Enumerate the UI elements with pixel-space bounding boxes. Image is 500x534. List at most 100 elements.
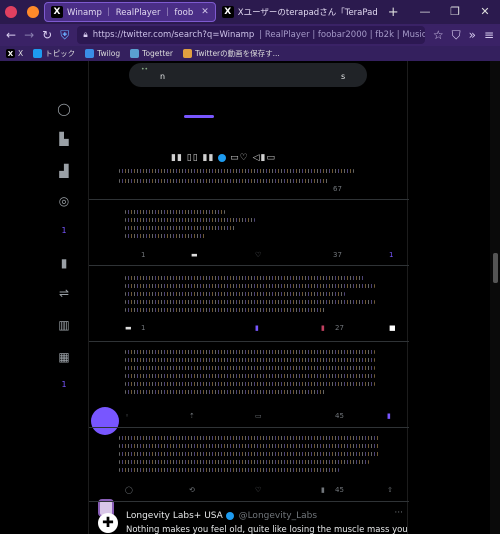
- messages-icon[interactable]: ◯: [57, 103, 71, 115]
- tweet-text-garbled: [119, 179, 329, 183]
- reload-icon[interactable]: ↻: [42, 28, 52, 42]
- close-tab-icon[interactable]: ✕: [201, 7, 209, 17]
- like-icon[interactable]: ♡: [255, 251, 261, 259]
- tweet-actions: 1 ▬ ♡ 37 1: [125, 251, 401, 263]
- tweet-text-garbled: [125, 218, 255, 222]
- premium-icon[interactable]: 1: [57, 225, 71, 237]
- bookmarks-icon[interactable]: ▟: [57, 165, 71, 177]
- like-icon[interactable]: ♡: [255, 486, 261, 494]
- forward-icon[interactable]: →: [24, 28, 34, 42]
- search-input[interactable]: •• n s: [129, 63, 367, 87]
- tweet-text-garbled: [119, 468, 339, 472]
- tweet-text-garbled: [125, 276, 365, 280]
- like-icon[interactable]: ▭: [255, 412, 262, 420]
- tab-terapad[interactable]: X Xユーザーのterapadさん「TeraPad: [216, 2, 384, 22]
- tweet-text-garbled: [125, 366, 375, 370]
- view-count[interactable]: 45: [335, 486, 344, 494]
- reply-icon[interactable]: ◦: [125, 412, 129, 420]
- retweet-icon[interactable]: ⇡: [189, 412, 195, 420]
- active-tab-indicator: [184, 115, 214, 118]
- stats-icon[interactable]: ▮: [321, 486, 325, 494]
- bookmark-video-save[interactable]: Twitterの動画を保存す...: [183, 48, 280, 59]
- shield-icon[interactable]: ⛨: [60, 28, 69, 43]
- share-icon[interactable]: ⇧: [387, 486, 393, 494]
- bookmark-label: トピック: [45, 49, 76, 58]
- like-count[interactable]: 37: [333, 251, 342, 259]
- back-icon[interactable]: ←: [6, 28, 16, 42]
- tweet-text-garbled: [125, 210, 225, 214]
- bookmark-star-icon[interactable]: ☆: [433, 28, 444, 42]
- timeline: •• n s ▮▮ ▯▯ ▮▮ ▭♡ ◁▮▭ 67 1 ▬ ♡ 37 1 ▬ 1…: [88, 61, 409, 534]
- tab-winamp[interactable]: X Winamp ｜ RealPlayer ｜ foob ✕: [44, 2, 216, 22]
- tweet[interactable]: ▬ 1 ▮ ▮ 27 ■: [89, 265, 409, 341]
- tweet-text-garbled: [125, 284, 375, 288]
- search-fragment: s: [341, 72, 346, 81]
- minimize-button[interactable]: —: [410, 0, 440, 24]
- tweet[interactable]: ◦ ⇡ ▭ 45 ▮: [89, 341, 409, 427]
- verified-icon: [225, 511, 234, 520]
- retweet-icon[interactable]: ▮: [255, 324, 259, 332]
- author-name[interactable]: Longevity Labs+ USA: [126, 511, 223, 521]
- togetter-icon: [130, 49, 140, 58]
- view-count[interactable]: 45: [335, 412, 344, 420]
- pocket-icon[interactable]: ⛉: [452, 28, 461, 43]
- communities-icon[interactable]: ◎: [57, 195, 71, 207]
- verified-icon: [218, 153, 227, 162]
- twilog-icon: [85, 49, 95, 58]
- bookmark-x[interactable]: XX: [6, 49, 23, 58]
- new-tab-button[interactable]: +: [388, 5, 399, 20]
- tweet-text: Nothing makes you feel old, quite like l…: [126, 525, 408, 534]
- bookmark-twilog[interactable]: Twilog: [85, 49, 120, 58]
- bookmarks-bar: XX トピック Twilog Togetter Twitterの動画を保存す..…: [0, 46, 500, 61]
- tweet-author: Longevity Labs+ USA @Longevity_Labs: [126, 511, 317, 521]
- tweet[interactable]: 1 ▬ ♡ 37 1: [89, 199, 409, 265]
- retweet-icon[interactable]: ⟲: [189, 486, 195, 494]
- bookmark-topic[interactable]: トピック: [33, 48, 75, 59]
- like-icon[interactable]: ▮: [321, 324, 325, 332]
- left-nav: ◯ ▙ ▟ ◎ 1 ▮ ⇌ ▥ ▦ 1: [40, 61, 119, 534]
- reply-count[interactable]: 1: [141, 251, 145, 259]
- author-handle[interactable]: @Longevity_Labs: [239, 511, 317, 521]
- profile-icon[interactable]: ▥: [57, 319, 71, 331]
- scrollbar-thumb[interactable]: [493, 253, 498, 283]
- tweet[interactable]: ✚ Longevity Labs+ USA @Longevity_Labs ··…: [89, 501, 409, 534]
- tweet-text-garbled: [119, 452, 379, 456]
- overflow-icon[interactable]: »: [469, 28, 476, 42]
- like-count[interactable]: 27: [335, 324, 344, 332]
- browser-menu-icon[interactable]: [0, 0, 22, 24]
- x-logo-icon: X: [221, 6, 234, 18]
- window-controls: — ❐ ✕: [410, 0, 500, 24]
- tweet-text-garbled: [119, 169, 354, 173]
- maximize-button[interactable]: ❐: [440, 0, 470, 24]
- scrollbar[interactable]: [490, 61, 500, 534]
- more-icon[interactable]: ▦: [57, 351, 71, 363]
- grok-icon[interactable]: ▙: [57, 133, 71, 145]
- tweet-text-garbled: [119, 436, 379, 440]
- share-icon[interactable]: ■: [389, 324, 396, 332]
- emoji-strip: ▮▮ ▯▯ ▮▮ ▭♡ ◁▮▭: [171, 153, 276, 163]
- folder-icon[interactable]: ▬: [191, 251, 198, 259]
- view-count[interactable]: 67: [333, 185, 342, 193]
- tweet-text-garbled: [125, 226, 235, 230]
- close-window-button[interactable]: ✕: [470, 0, 500, 24]
- url-field[interactable]: 🔒︎ https://twitter.com/search?q=Winamp |…: [77, 26, 425, 44]
- view-count[interactable]: 1: [389, 251, 393, 259]
- tweet-text-garbled: [125, 234, 205, 238]
- firefox-icon[interactable]: [22, 0, 44, 24]
- more-options-icon[interactable]: ···: [394, 508, 403, 518]
- reply-icon[interactable]: ◯: [125, 486, 133, 494]
- search-fragment: n: [160, 72, 166, 81]
- tweet[interactable]: ◯ ⟲ ♡ ▮ 45 ⇧: [89, 427, 409, 501]
- reply-count[interactable]: 1: [141, 324, 145, 332]
- verified-orgs-icon[interactable]: ⇌: [57, 287, 71, 299]
- notification-count: 1: [61, 380, 67, 389]
- twitter-page: ◯ ▙ ▟ ◎ 1 ▮ ⇌ ▥ ▦ 1 •• n s ▮▮ ▯▯ ▮▮ ▭♡ ◁…: [0, 61, 500, 534]
- stats-icon[interactable]: ▮: [57, 257, 71, 269]
- author-avatar[interactable]: ✚: [98, 513, 118, 533]
- bookmark-togetter[interactable]: Togetter: [130, 49, 173, 58]
- bookmark-label: Togetter: [142, 49, 173, 58]
- app-menu-icon[interactable]: ≡: [484, 28, 494, 42]
- bookmark-icon[interactable]: ▮: [387, 412, 391, 420]
- tweet-actions: ◯ ⟲ ♡ ▮ 45 ⇧: [125, 486, 401, 498]
- tweet-text-garbled: [125, 382, 375, 386]
